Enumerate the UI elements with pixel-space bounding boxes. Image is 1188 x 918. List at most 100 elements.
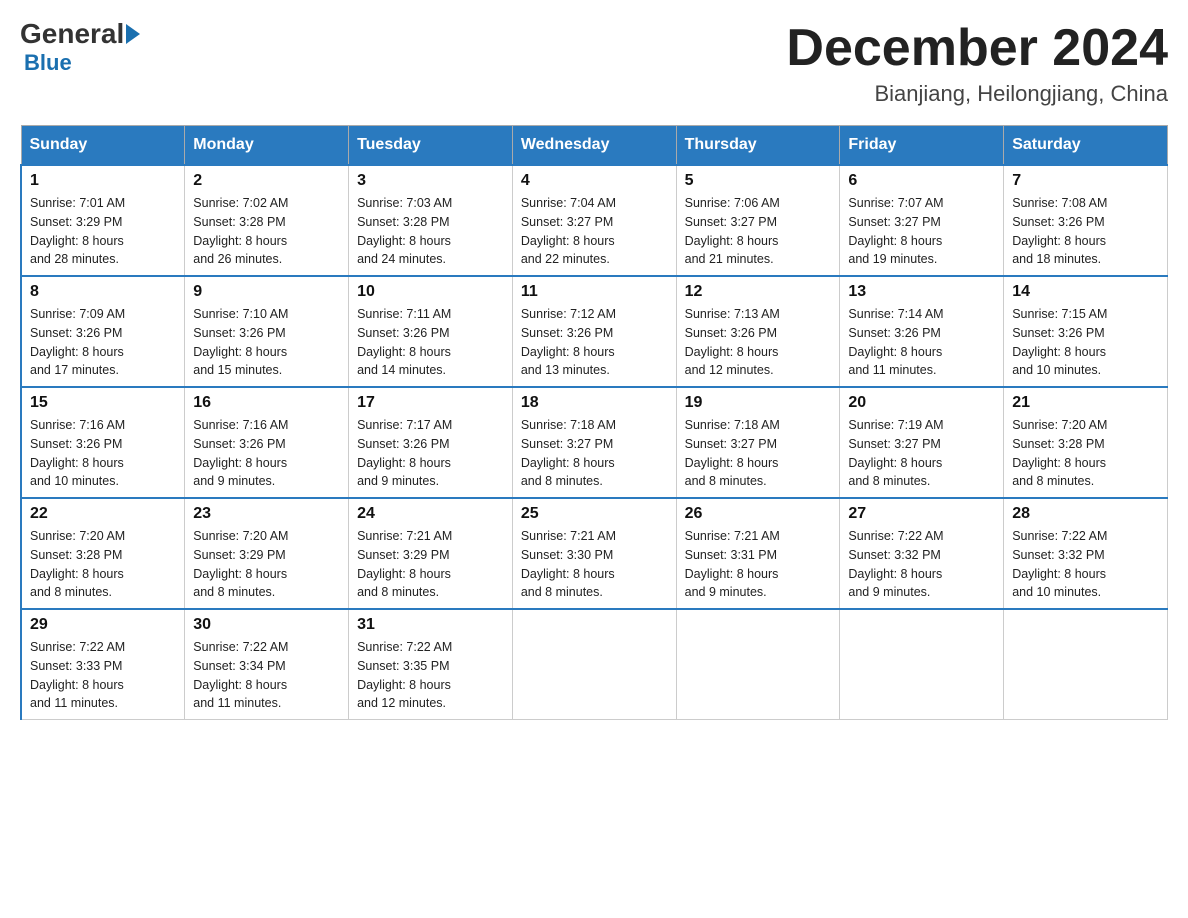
day-number: 1 (30, 172, 176, 190)
day-number: 21 (1012, 394, 1159, 412)
calendar-cell: 8 Sunrise: 7:09 AMSunset: 3:26 PMDayligh… (21, 276, 185, 387)
calendar-cell: 30 Sunrise: 7:22 AMSunset: 3:34 PMDaylig… (185, 609, 349, 720)
calendar-cell: 10 Sunrise: 7:11 AMSunset: 3:26 PMDaylig… (349, 276, 513, 387)
calendar-cell: 31 Sunrise: 7:22 AMSunset: 3:35 PMDaylig… (349, 609, 513, 720)
day-number: 18 (521, 394, 668, 412)
day-info: Sunrise: 7:11 AMSunset: 3:26 PMDaylight:… (357, 307, 451, 377)
week-row-2: 8 Sunrise: 7:09 AMSunset: 3:26 PMDayligh… (21, 276, 1168, 387)
day-number: 4 (521, 172, 668, 190)
day-number: 31 (357, 616, 504, 634)
day-info: Sunrise: 7:22 AMSunset: 3:33 PMDaylight:… (30, 640, 125, 710)
day-number: 22 (30, 505, 176, 523)
day-number: 13 (848, 283, 995, 301)
day-number: 11 (521, 283, 668, 301)
column-header-tuesday: Tuesday (349, 126, 513, 166)
day-info: Sunrise: 7:12 AMSunset: 3:26 PMDaylight:… (521, 307, 616, 377)
day-number: 3 (357, 172, 504, 190)
column-header-thursday: Thursday (676, 126, 840, 166)
column-header-wednesday: Wednesday (512, 126, 676, 166)
logo-general: General (20, 20, 124, 48)
day-number: 27 (848, 505, 995, 523)
calendar-table: SundayMondayTuesdayWednesdayThursdayFrid… (20, 125, 1168, 720)
calendar-cell: 2 Sunrise: 7:02 AMSunset: 3:28 PMDayligh… (185, 165, 349, 276)
calendar-cell: 17 Sunrise: 7:17 AMSunset: 3:26 PMDaylig… (349, 387, 513, 498)
day-number: 10 (357, 283, 504, 301)
day-info: Sunrise: 7:22 AMSunset: 3:35 PMDaylight:… (357, 640, 452, 710)
calendar-cell: 18 Sunrise: 7:18 AMSunset: 3:27 PMDaylig… (512, 387, 676, 498)
calendar-cell: 24 Sunrise: 7:21 AMSunset: 3:29 PMDaylig… (349, 498, 513, 609)
week-row-1: 1 Sunrise: 7:01 AMSunset: 3:29 PMDayligh… (21, 165, 1168, 276)
calendar-cell: 4 Sunrise: 7:04 AMSunset: 3:27 PMDayligh… (512, 165, 676, 276)
calendar-cell: 12 Sunrise: 7:13 AMSunset: 3:26 PMDaylig… (676, 276, 840, 387)
calendar-cell: 19 Sunrise: 7:18 AMSunset: 3:27 PMDaylig… (676, 387, 840, 498)
day-number: 24 (357, 505, 504, 523)
week-row-5: 29 Sunrise: 7:22 AMSunset: 3:33 PMDaylig… (21, 609, 1168, 720)
logo: General Blue (20, 20, 142, 76)
logo-blue: Blue (24, 50, 72, 76)
day-number: 12 (685, 283, 832, 301)
calendar-cell: 11 Sunrise: 7:12 AMSunset: 3:26 PMDaylig… (512, 276, 676, 387)
day-info: Sunrise: 7:21 AMSunset: 3:29 PMDaylight:… (357, 529, 452, 599)
day-number: 7 (1012, 172, 1159, 190)
day-number: 20 (848, 394, 995, 412)
day-info: Sunrise: 7:18 AMSunset: 3:27 PMDaylight:… (521, 418, 616, 488)
day-info: Sunrise: 7:17 AMSunset: 3:26 PMDaylight:… (357, 418, 452, 488)
calendar-cell: 21 Sunrise: 7:20 AMSunset: 3:28 PMDaylig… (1004, 387, 1168, 498)
calendar-cell: 6 Sunrise: 7:07 AMSunset: 3:27 PMDayligh… (840, 165, 1004, 276)
day-info: Sunrise: 7:02 AMSunset: 3:28 PMDaylight:… (193, 196, 288, 266)
day-info: Sunrise: 7:20 AMSunset: 3:29 PMDaylight:… (193, 529, 288, 599)
day-info: Sunrise: 7:01 AMSunset: 3:29 PMDaylight:… (30, 196, 125, 266)
day-info: Sunrise: 7:07 AMSunset: 3:27 PMDaylight:… (848, 196, 943, 266)
day-info: Sunrise: 7:09 AMSunset: 3:26 PMDaylight:… (30, 307, 125, 377)
day-info: Sunrise: 7:14 AMSunset: 3:26 PMDaylight:… (848, 307, 943, 377)
calendar-cell: 14 Sunrise: 7:15 AMSunset: 3:26 PMDaylig… (1004, 276, 1168, 387)
calendar-header-row: SundayMondayTuesdayWednesdayThursdayFrid… (21, 126, 1168, 166)
day-number: 25 (521, 505, 668, 523)
week-row-3: 15 Sunrise: 7:16 AMSunset: 3:26 PMDaylig… (21, 387, 1168, 498)
calendar-cell: 26 Sunrise: 7:21 AMSunset: 3:31 PMDaylig… (676, 498, 840, 609)
day-info: Sunrise: 7:03 AMSunset: 3:28 PMDaylight:… (357, 196, 452, 266)
day-number: 19 (685, 394, 832, 412)
day-info: Sunrise: 7:18 AMSunset: 3:27 PMDaylight:… (685, 418, 780, 488)
column-header-friday: Friday (840, 126, 1004, 166)
day-number: 30 (193, 616, 340, 634)
day-number: 6 (848, 172, 995, 190)
day-number: 5 (685, 172, 832, 190)
calendar-cell (676, 609, 840, 720)
calendar-cell: 23 Sunrise: 7:20 AMSunset: 3:29 PMDaylig… (185, 498, 349, 609)
day-info: Sunrise: 7:10 AMSunset: 3:26 PMDaylight:… (193, 307, 288, 377)
day-number: 9 (193, 283, 340, 301)
column-header-saturday: Saturday (1004, 126, 1168, 166)
day-number: 15 (30, 394, 176, 412)
day-number: 14 (1012, 283, 1159, 301)
calendar-cell: 16 Sunrise: 7:16 AMSunset: 3:26 PMDaylig… (185, 387, 349, 498)
day-number: 28 (1012, 505, 1159, 523)
week-row-4: 22 Sunrise: 7:20 AMSunset: 3:28 PMDaylig… (21, 498, 1168, 609)
calendar-cell: 3 Sunrise: 7:03 AMSunset: 3:28 PMDayligh… (349, 165, 513, 276)
day-info: Sunrise: 7:22 AMSunset: 3:32 PMDaylight:… (848, 529, 943, 599)
day-info: Sunrise: 7:16 AMSunset: 3:26 PMDaylight:… (30, 418, 125, 488)
calendar-cell (840, 609, 1004, 720)
day-info: Sunrise: 7:08 AMSunset: 3:26 PMDaylight:… (1012, 196, 1107, 266)
calendar-cell: 9 Sunrise: 7:10 AMSunset: 3:26 PMDayligh… (185, 276, 349, 387)
calendar-subtitle: Bianjiang, Heilongjiang, China (786, 81, 1168, 107)
day-number: 29 (30, 616, 176, 634)
page-header: General Blue December 2024 Bianjiang, He… (20, 20, 1168, 107)
calendar-cell: 15 Sunrise: 7:16 AMSunset: 3:26 PMDaylig… (21, 387, 185, 498)
day-info: Sunrise: 7:22 AMSunset: 3:34 PMDaylight:… (193, 640, 288, 710)
day-number: 2 (193, 172, 340, 190)
calendar-cell (512, 609, 676, 720)
day-number: 23 (193, 505, 340, 523)
day-info: Sunrise: 7:19 AMSunset: 3:27 PMDaylight:… (848, 418, 943, 488)
calendar-title: December 2024 (786, 20, 1168, 77)
day-number: 8 (30, 283, 176, 301)
day-info: Sunrise: 7:16 AMSunset: 3:26 PMDaylight:… (193, 418, 288, 488)
day-number: 17 (357, 394, 504, 412)
calendar-cell: 5 Sunrise: 7:06 AMSunset: 3:27 PMDayligh… (676, 165, 840, 276)
title-block: December 2024 Bianjiang, Heilongjiang, C… (786, 20, 1168, 107)
day-info: Sunrise: 7:15 AMSunset: 3:26 PMDaylight:… (1012, 307, 1107, 377)
logo-triangle-icon (126, 24, 140, 44)
calendar-cell: 25 Sunrise: 7:21 AMSunset: 3:30 PMDaylig… (512, 498, 676, 609)
day-info: Sunrise: 7:21 AMSunset: 3:30 PMDaylight:… (521, 529, 616, 599)
calendar-cell: 20 Sunrise: 7:19 AMSunset: 3:27 PMDaylig… (840, 387, 1004, 498)
